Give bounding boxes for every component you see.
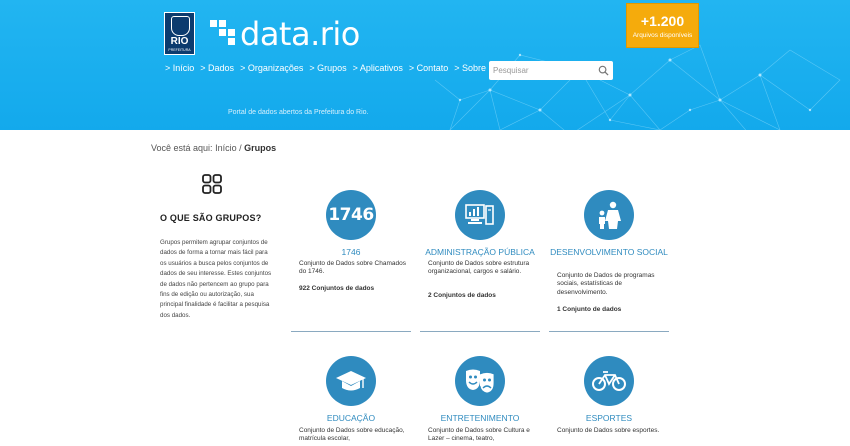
site-header: RIO PREFEITURA data.rio > Início > Dados… <box>0 0 850 130</box>
group-card-1746[interactable]: 1746 1746 Conjunto de Dados sobre Chamad… <box>291 190 411 330</box>
group-desc: Conjunto de Dados sobre esportes. <box>557 427 660 434</box>
divider <box>291 331 411 332</box>
sidebar-text: Grupos permitem agrupar conjuntos de dad… <box>160 239 272 319</box>
brand-mark-icon <box>210 20 236 46</box>
computer-chart-icon <box>455 190 505 240</box>
theater-masks-icon <box>455 356 505 406</box>
group-card-desenvolvimento-social[interactable]: DESENVOLVIMENTO SOCIAL Conjunto de Dados… <box>549 190 669 330</box>
sidebar-title: O QUE SÃO GRUPOS? <box>160 213 262 223</box>
group-card-entretenimento[interactable]: ENTRETENIMENTO Conjunto de Dados sobre C… <box>420 356 540 446</box>
prefeitura-logo[interactable]: RIO PREFEITURA <box>164 12 195 55</box>
people-icon <box>584 190 634 240</box>
divider <box>420 331 540 332</box>
breadcrumb-prefix: Você está aqui: <box>151 143 213 153</box>
nav-aplicativos[interactable]: > Aplicativos <box>353 63 403 73</box>
group-desc: Conjunto de Dados sobre estrutura organi… <box>428 260 530 276</box>
main-nav: > Início > Dados > Organizações > Grupos… <box>165 63 486 73</box>
search-input[interactable] <box>493 63 593 78</box>
breadcrumb-current: Grupos <box>244 143 277 153</box>
nav-dados[interactable]: > Dados <box>200 63 234 73</box>
nav-inicio[interactable]: > Início <box>165 63 194 73</box>
nav-sobre[interactable]: > Sobre <box>454 63 486 73</box>
search-icon[interactable] <box>598 65 609 76</box>
1746-icon: 1746 <box>326 190 376 240</box>
group-count: 2 Conjuntos de dados <box>428 292 496 299</box>
group-title[interactable]: DESENVOLVIMENTO SOCIAL <box>549 245 669 259</box>
crest-icon <box>171 16 190 36</box>
search-box <box>489 61 613 80</box>
graduation-cap-icon <box>326 356 376 406</box>
nav-contato[interactable]: > Contato <box>409 63 448 73</box>
group-card-educacao[interactable]: EDUCAÇÃO Conjunto de Dados sobre educaçã… <box>291 356 411 446</box>
files-badge[interactable]: +1.200 Arquivos disponíveis <box>626 3 699 48</box>
group-desc: Conjunto de Dados sobre Cultura e Lazer … <box>428 427 530 443</box>
logo-subtext: PREFEITURA <box>168 48 191 52</box>
group-desc: Conjunto de Dados sobre educação, matríc… <box>299 427 405 443</box>
tagline: Portal de dados abertos da Prefeitura do… <box>228 109 369 116</box>
files-count: +1.200 <box>640 13 685 29</box>
breadcrumb-home[interactable]: Início <box>215 143 237 153</box>
group-desc: Conjunto de Dados sobre Chamados do 1746… <box>299 260 406 276</box>
grid-icon <box>202 174 222 194</box>
brand-name[interactable]: data.rio <box>240 14 360 54</box>
group-card-esportes[interactable]: ESPORTES Conjunto de Dados sobre esporte… <box>549 356 669 446</box>
group-title[interactable]: 1746 <box>291 245 411 259</box>
group-card-administracao[interactable]: ADMINISTRAÇÃO PÚBLICA Conjunto de Dados … <box>420 190 540 330</box>
breadcrumb-separator: / <box>239 143 242 153</box>
group-title[interactable]: ENTRETENIMENTO <box>420 411 540 425</box>
files-label: Arquivos disponíveis <box>632 32 693 39</box>
group-count: 922 Conjuntos de dados <box>299 285 375 292</box>
logo-text: RIO <box>170 36 189 47</box>
group-title[interactable]: ADMINISTRAÇÃO PÚBLICA <box>420 245 540 259</box>
group-title[interactable]: ESPORTES <box>549 411 669 425</box>
group-title[interactable]: EDUCAÇÃO <box>291 411 411 425</box>
nav-organizacoes[interactable]: > Organizações <box>240 63 303 73</box>
divider <box>549 331 669 332</box>
group-count: 1 Conjunto de dados <box>557 306 622 313</box>
network-graphic <box>434 44 841 130</box>
1746-icon-text: 1746 <box>328 205 374 225</box>
breadcrumb: Você está aqui: Início / Grupos <box>151 143 276 153</box>
nav-grupos[interactable]: > Grupos <box>309 63 346 73</box>
bicycle-icon <box>584 356 634 406</box>
group-desc: Conjunto de Dados de programas sociais, … <box>557 272 655 296</box>
